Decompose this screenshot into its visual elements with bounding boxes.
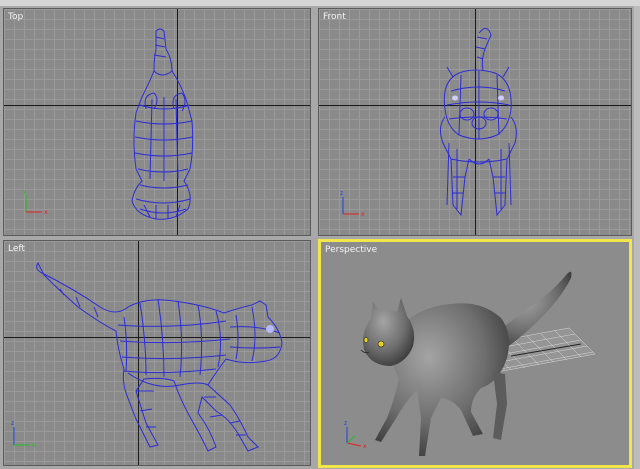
viewport-label-front[interactable]: Front	[323, 12, 346, 22]
top-strip	[0, 0, 640, 6]
svg-text:z: z	[344, 420, 347, 427]
viewport-perspective[interactable]: z x Perspective	[318, 239, 632, 468]
svg-text:x: x	[44, 209, 48, 216]
viewport-scrollbar[interactable]	[634, 6, 640, 469]
axis-gizmo-icon: z x	[340, 190, 365, 218]
viewport-left[interactable]: z y Left	[3, 240, 311, 466]
viewport-label-left[interactable]: Left	[8, 244, 25, 254]
svg-text:x: x	[363, 443, 367, 450]
svg-text:y: y	[32, 442, 36, 449]
axis-gizmo-icon: z y	[11, 420, 36, 449]
svg-text:z: z	[11, 420, 14, 427]
svg-text:z: z	[340, 190, 343, 197]
viewport-top[interactable]: y x Top	[3, 8, 311, 236]
axis-gizmo-icon: y x	[23, 188, 48, 216]
viewport-label-top[interactable]: Top	[8, 12, 23, 22]
axis-gizmo-icon: z x	[344, 420, 367, 450]
viewport-label-perspective[interactable]: Perspective	[325, 245, 377, 255]
svg-text:x: x	[361, 211, 365, 218]
svg-text:y: y	[23, 188, 27, 195]
viewport-front[interactable]: z x Front	[318, 8, 632, 236]
